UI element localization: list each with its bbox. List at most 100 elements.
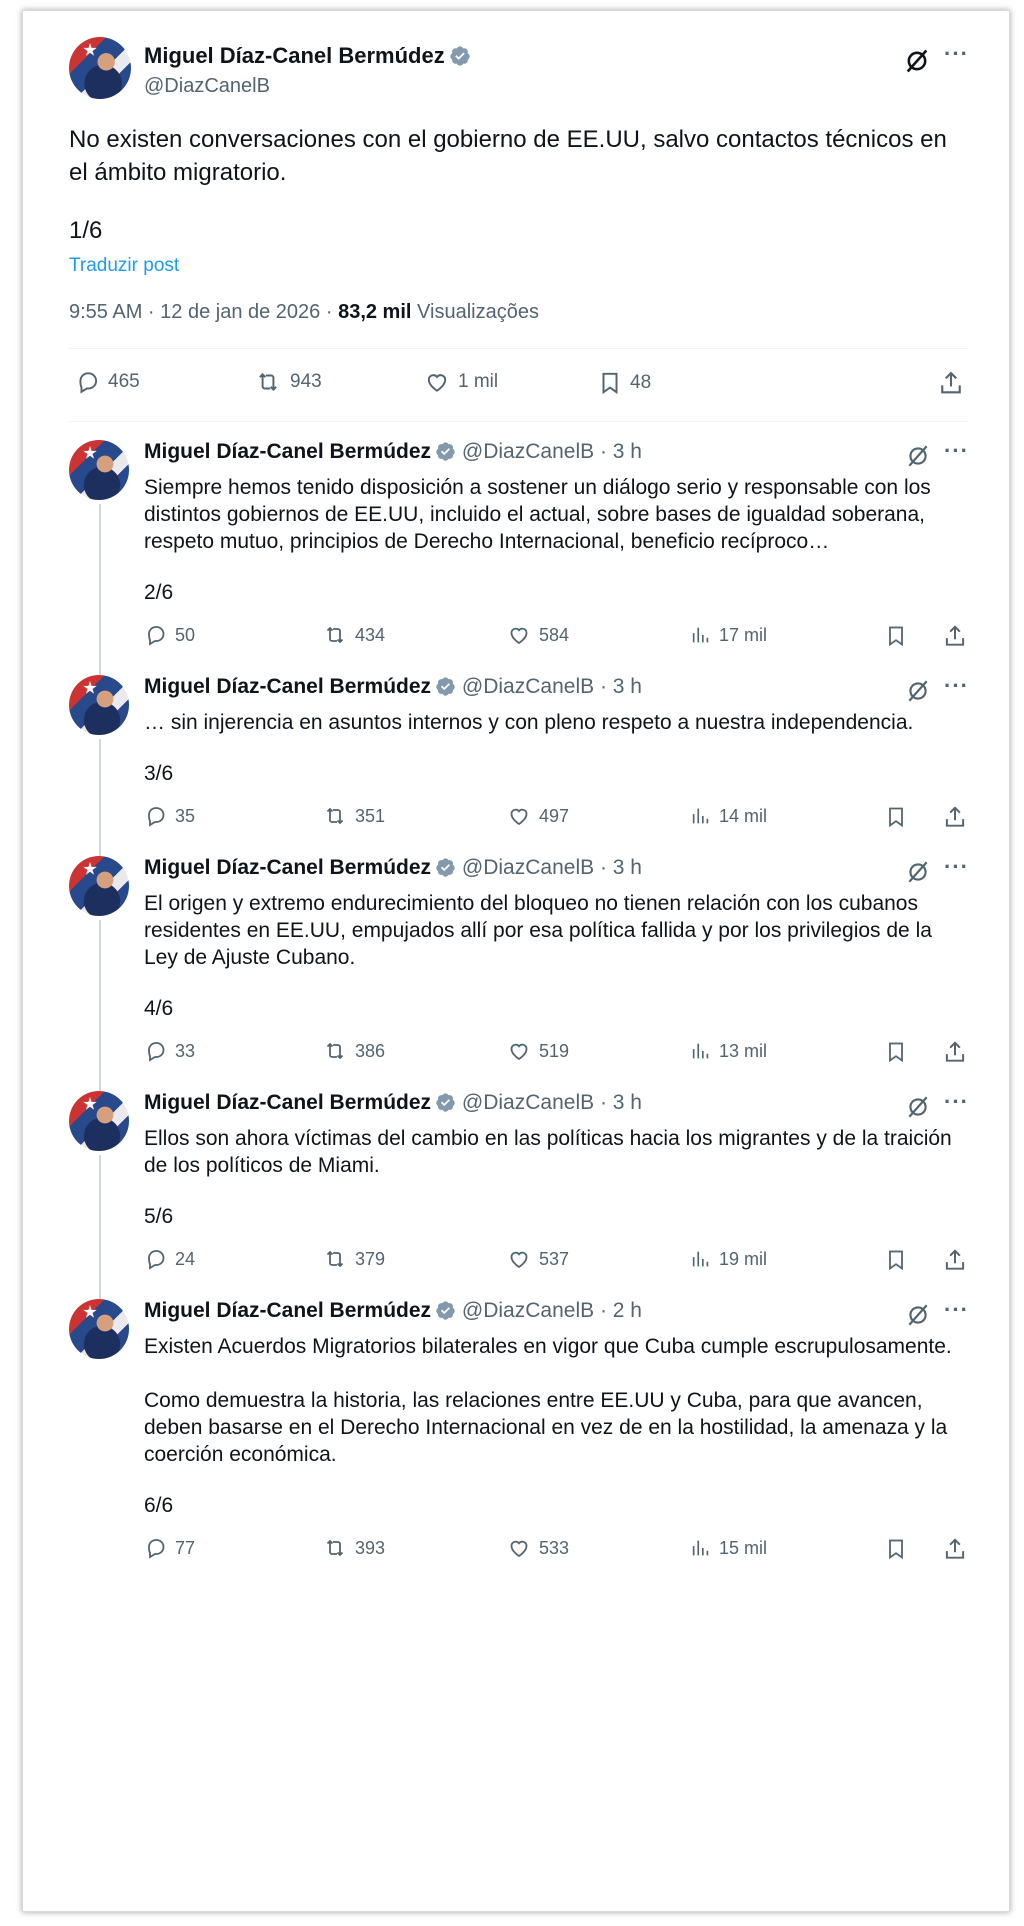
reply-button[interactable]: 50 [144, 623, 195, 647]
like-button[interactable]: 533 [506, 1536, 569, 1560]
analytics-icon [692, 1251, 709, 1267]
avatar[interactable] [69, 37, 131, 99]
bookmark-button[interactable] [884, 623, 915, 649]
reply-tweet[interactable]: Miguel Díaz-Canel Bermúdez @DiazCanelB ·… [69, 438, 969, 675]
bookmark-button[interactable]: 48 [597, 369, 651, 397]
reply-button[interactable]: 77 [144, 1536, 195, 1560]
repost-count: 393 [355, 1537, 386, 1558]
repost-button[interactable]: 393 [322, 1536, 385, 1560]
reply-button[interactable]: 24 [144, 1247, 195, 1271]
like-button[interactable]: 537 [506, 1247, 569, 1271]
thread-counter: 5/6 [144, 1205, 174, 1228]
more-options-icon[interactable]: ··· [944, 854, 969, 880]
reply-author-name[interactable]: Miguel Díaz-Canel Bermúdez [144, 1091, 431, 1114]
reply-button[interactable]: 465 [75, 369, 140, 395]
avatar[interactable] [69, 1091, 129, 1151]
more-options-icon[interactable]: ··· [944, 438, 969, 464]
views-button[interactable]: 19 mil [690, 1247, 767, 1271]
share-button[interactable] [937, 369, 972, 397]
reply-header: Miguel Díaz-Canel Bermúdez @DiazCanelB ·… [144, 673, 969, 705]
repost-icon [326, 1042, 344, 1060]
grok-icon[interactable] [905, 1094, 931, 1120]
views-button[interactable]: 15 mil [690, 1536, 767, 1560]
translate-link[interactable]: Traduzir post [69, 255, 969, 277]
grok-icon[interactable] [905, 1302, 931, 1328]
grok-icon[interactable] [905, 678, 931, 704]
reply-count: 465 [108, 371, 140, 392]
views-button[interactable]: 14 mil [690, 804, 767, 828]
views-button[interactable]: 17 mil [690, 623, 767, 647]
author-handle[interactable]: @DiazCanelB [144, 75, 270, 98]
reply-icon [148, 626, 165, 646]
grok-icon[interactable] [905, 443, 931, 469]
reply-author-name[interactable]: Miguel Díaz-Canel Bermúdez [144, 1299, 431, 1322]
main-tweet-header: Miguel Díaz-Canel Bermúdez @DiazCanelB ·… [69, 29, 969, 103]
reply-button[interactable]: 35 [144, 804, 195, 828]
repost-button[interactable]: 351 [322, 804, 385, 828]
views-button[interactable]: 13 mil [690, 1039, 767, 1063]
reply-content: Miguel Díaz-Canel Bermúdez @DiazCanelB ·… [144, 1089, 969, 1287]
reply-tweet[interactable]: Miguel Díaz-Canel Bermúdez @DiazCanelB ·… [69, 673, 969, 856]
bookmark-button[interactable] [884, 1247, 915, 1273]
bookmark-button[interactable] [884, 1536, 915, 1562]
verified-badge-icon [436, 1301, 455, 1320]
share-button[interactable] [942, 1039, 975, 1065]
repost-button[interactable]: 434 [322, 623, 385, 647]
reply-count: 33 [175, 1040, 196, 1061]
avatar[interactable] [69, 1299, 129, 1359]
reply-handle-time[interactable]: @DiazCanelB · 3 h [462, 856, 642, 879]
thread-connector [99, 739, 101, 856]
more-options-icon[interactable]: ··· [944, 673, 969, 699]
reply-author-name[interactable]: Miguel Díaz-Canel Bermúdez [144, 856, 431, 879]
reply-tweet[interactable]: Miguel Díaz-Canel Bermúdez @DiazCanelB ·… [69, 1297, 969, 1576]
bookmark-button[interactable] [884, 1039, 915, 1065]
reply-text: Existen Acuerdos Migratorios bilaterales… [144, 1335, 952, 1466]
avatar[interactable] [69, 440, 129, 500]
reply-tweet[interactable]: Miguel Díaz-Canel Bermúdez @DiazCanelB ·… [69, 854, 969, 1091]
like-button[interactable]: 1 mil [423, 369, 498, 395]
more-options-icon[interactable]: ··· [944, 1297, 969, 1323]
reply-icon [148, 1042, 165, 1062]
more-options-icon[interactable]: ··· [944, 1089, 969, 1115]
author-name-text[interactable]: Miguel Díaz-Canel Bermúdez [144, 43, 445, 68]
avatar[interactable] [69, 675, 129, 735]
thread-counter: 3/6 [144, 762, 174, 785]
like-button[interactable]: 497 [506, 804, 569, 828]
reply-handle-time[interactable]: @DiazCanelB · 3 h [462, 675, 642, 698]
reply-handle-time[interactable]: @DiazCanelB · 3 h [462, 440, 642, 463]
reply-header: Miguel Díaz-Canel Bermúdez @DiazCanelB ·… [144, 854, 969, 886]
like-button[interactable]: 584 [506, 623, 569, 647]
repost-button[interactable]: 943 [253, 369, 322, 395]
share-icon [945, 625, 965, 646]
thread-connector [99, 920, 101, 1091]
more-options-icon[interactable]: ··· [944, 41, 969, 67]
reply-handle-time[interactable]: @DiazCanelB · 2 h [462, 1299, 642, 1322]
reply-button[interactable]: 33 [144, 1039, 195, 1063]
share-button[interactable] [942, 623, 975, 649]
reply-author-name[interactable]: Miguel Díaz-Canel Bermúdez [144, 675, 431, 698]
reply-author-name[interactable]: Miguel Díaz-Canel Bermúdez [144, 440, 431, 463]
reply-handle-time[interactable]: @DiazCanelB · 3 h [462, 1091, 642, 1114]
divider [69, 421, 969, 422]
reply-tweet[interactable]: Miguel Díaz-Canel Bermúdez @DiazCanelB ·… [69, 1089, 969, 1299]
share-button[interactable] [942, 1247, 975, 1273]
repost-count: 434 [355, 624, 386, 645]
bookmark-button[interactable] [884, 804, 915, 830]
grok-icon[interactable] [905, 859, 931, 885]
grok-icon[interactable] [903, 47, 931, 75]
replies-list: Miguel Díaz-Canel Bermúdez @DiazCanelB ·… [69, 438, 969, 1576]
like-button[interactable]: 519 [506, 1039, 569, 1063]
share-button[interactable] [942, 804, 975, 830]
verified-badge-icon [436, 677, 455, 696]
avatar[interactable] [69, 856, 129, 916]
tweet-card: Miguel Díaz-Canel Bermúdez @DiazCanelB ·… [22, 10, 1010, 1912]
repost-button[interactable]: 386 [322, 1039, 385, 1063]
reply-content: Miguel Díaz-Canel Bermúdez @DiazCanelB ·… [144, 673, 969, 844]
heart-icon [427, 374, 447, 392]
author-name[interactable]: Miguel Díaz-Canel Bermúdez [144, 43, 471, 69]
reply-header: Miguel Díaz-Canel Bermúdez @DiazCanelB ·… [144, 1297, 969, 1329]
repost-button[interactable]: 379 [322, 1247, 385, 1271]
post-timestamp[interactable]: 9:55 AM · 12 de jan de 2026 · [69, 301, 338, 323]
share-button[interactable] [942, 1536, 975, 1562]
like-count: 537 [539, 1248, 570, 1269]
